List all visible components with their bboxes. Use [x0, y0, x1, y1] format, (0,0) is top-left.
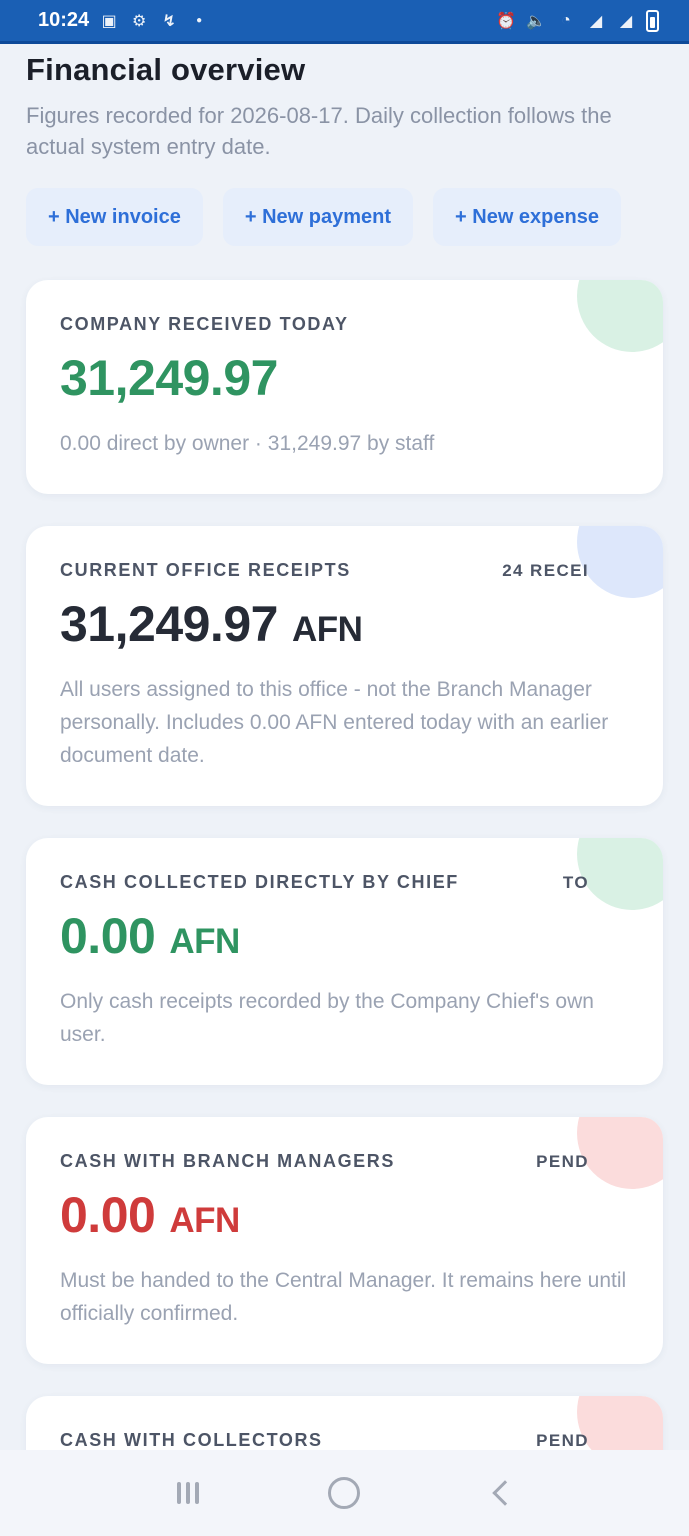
card-amount: 0.00 AFN — [60, 1186, 629, 1244]
page-subtitle: Figures recorded for 2026-08-17. Daily c… — [26, 103, 612, 159]
signal-icon-2: ◢ — [619, 12, 633, 30]
card-note: 0.00 direct by owner · 31,249.97 by staf… — [60, 432, 435, 455]
card-header: Cash collected directly by chief TO — [60, 872, 629, 893]
card-cash-with-collectors[interactable]: Cash with collectors PEND — [26, 1396, 663, 1450]
card-tag: PEND — [536, 1430, 589, 1450]
card-note: All users assigned to this office - not … — [60, 678, 609, 767]
amount-currency: AFN — [169, 1201, 240, 1240]
card-header: Company received today — [60, 314, 629, 335]
status-bar: 10:24 ▣ ⚙ ↯ ● ⏰ 🔈 ◔ ◢ ◢ — [0, 0, 689, 44]
image-icon: ▣ — [101, 12, 117, 30]
card-header: Cash with collectors PEND — [60, 1430, 629, 1450]
card-tag: 24 RECEI — [502, 560, 589, 580]
amount-currency: AFN — [291, 610, 363, 649]
card-label: Current office receipts — [60, 560, 351, 580]
battery-icon — [646, 9, 659, 32]
card-note: Only cash receipts recorded by the Compa… — [60, 990, 594, 1046]
card-header: Current office receipts 24 RECEI — [60, 560, 629, 581]
card-header: Cash with branch managers PEND — [60, 1151, 629, 1172]
quick-actions: + New invoice + New payment + New expens… — [26, 188, 663, 246]
dot-icon: ● — [196, 15, 203, 26]
card-label: Cash collected directly by chief — [60, 872, 459, 892]
card-tag: TO — [562, 872, 589, 892]
wifi-icon: ◔ — [561, 11, 571, 29]
signal-extra-icon: ↯ — [162, 12, 176, 30]
card-label: Cash with branch managers — [60, 1151, 395, 1171]
new-payment-button[interactable]: + New payment — [222, 188, 414, 246]
status-time: 10:24 — [38, 9, 90, 31]
card-company-received-today[interactable]: Company received today 31,249.97 0.00 di… — [26, 280, 663, 494]
card-current-office-receipts[interactable]: Current office receipts 24 RECEI 31,249.… — [26, 526, 663, 806]
system-nav-bar — [0, 1450, 689, 1536]
card-tag: PEND — [536, 1151, 589, 1171]
amount-value: 0.00 — [60, 1187, 156, 1243]
status-left: 10:24 ▣ ⚙ ↯ ● — [38, 9, 209, 32]
card-amount: 31,249.97 AFN — [60, 595, 629, 653]
amount-value: 31,249.97 — [60, 350, 278, 406]
card-label: Cash with collectors — [60, 1430, 323, 1450]
amount-value: 0.00 — [60, 908, 156, 964]
card-label: Company received today — [60, 314, 349, 334]
amount-value: 31,249.97 — [60, 596, 278, 652]
card-amount: 31,249.97 — [60, 349, 629, 407]
card-amount: 0.00 AFN — [60, 907, 629, 965]
amount-currency: AFN — [169, 922, 240, 961]
recents-button[interactable] — [158, 1463, 218, 1523]
main-content[interactable]: Financial overview Figures recorded for … — [0, 44, 689, 1450]
back-icon — [492, 1480, 518, 1506]
recents-icon — [177, 1482, 200, 1504]
card-note: Must be handed to the Central Manager. I… — [60, 1269, 627, 1325]
card-cash-with-branch-managers[interactable]: Cash with branch managers PEND 0.00 AFN … — [26, 1117, 663, 1364]
signal-icon: ◢ — [589, 12, 603, 30]
new-invoice-button[interactable]: + New invoice — [26, 188, 203, 246]
card-cash-collected-by-chief[interactable]: Cash collected directly by chief TO 0.00… — [26, 838, 663, 1085]
new-expense-button[interactable]: + New expense — [433, 188, 621, 246]
page-title: Financial overview — [26, 52, 306, 87]
back-button[interactable] — [471, 1463, 531, 1523]
settings-icon: ⚙ — [131, 12, 147, 30]
home-icon — [328, 1477, 361, 1509]
home-button[interactable] — [314, 1463, 374, 1523]
status-right: ⏰ 🔈 ◔ ◢ ◢ — [496, 9, 659, 32]
alarm-icon: ⏰ — [496, 12, 516, 30]
volume-icon: 🔈 — [526, 12, 546, 30]
